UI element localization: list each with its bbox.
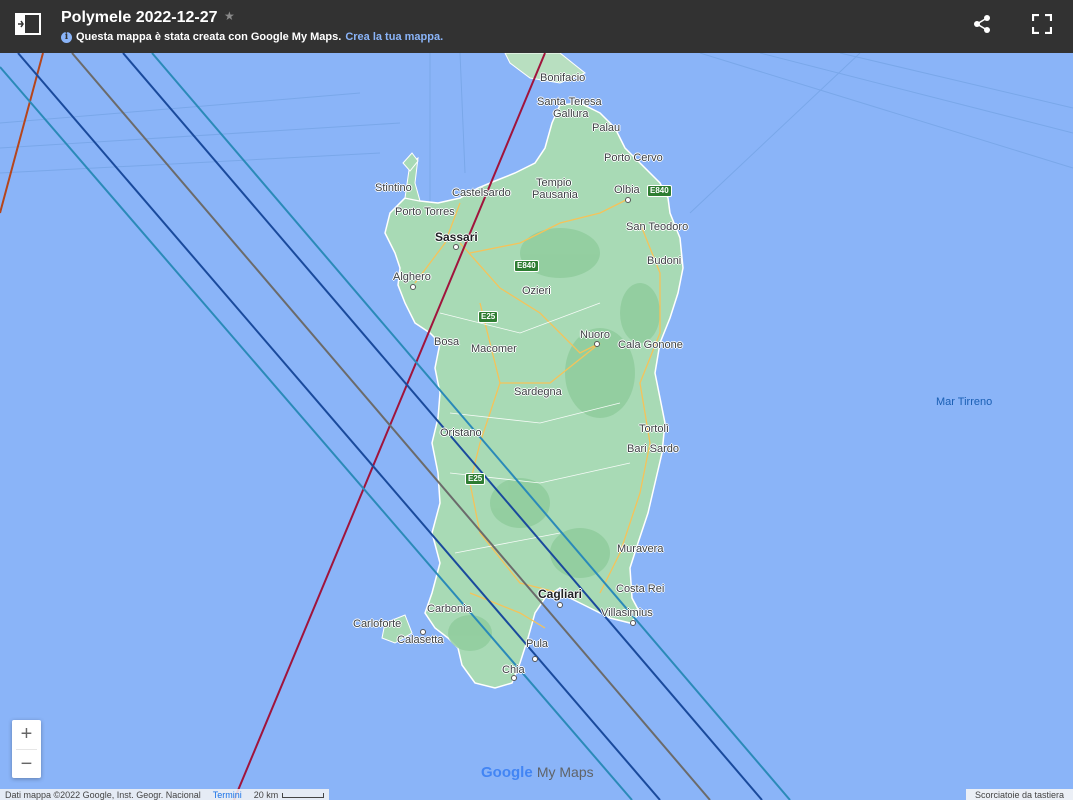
create-map-link[interactable]: Crea la tua mappa. [345, 31, 443, 43]
share-icon[interactable] [972, 14, 992, 34]
highway-shield: E840 [647, 185, 672, 197]
sea-label: Mar Tirreno [936, 396, 993, 408]
place-tortoli: Tortolì [639, 423, 669, 435]
zoom-control: + − [12, 720, 41, 778]
map-attribution: Dati mappa ©2022 Google, Inst. Geogr. Na… [5, 789, 201, 800]
place-tempio: Tempio [536, 177, 572, 189]
place-olbia: Olbia [614, 184, 640, 196]
route-lines [0, 53, 791, 800]
place-villasimius: Villasimius [601, 607, 653, 619]
highway-shield: E840 [514, 260, 539, 272]
place-porto-torres: Porto Torres [395, 206, 455, 218]
place-calasetta: Calasetta [397, 634, 444, 646]
place-budoni: Budoni [647, 255, 682, 267]
scale-ruler [282, 792, 325, 798]
place-san-teodoro: San Teodoro [626, 221, 689, 233]
place-carbonia: Carbonia [427, 603, 472, 615]
place-stintino: Stintino [375, 182, 412, 194]
place-castelsardo: Castelsardo [452, 187, 511, 199]
place-gallura: Gallura [553, 108, 589, 120]
map-notice: i Questa mappa è stata creata con Google… [61, 31, 443, 43]
map-footer: Dati mappa ©2022 Google, Inst. Geogr. Na… [0, 789, 330, 800]
info-icon: i [61, 31, 72, 43]
place-pula: Pula [526, 638, 549, 650]
place-santa-teresa: Santa Teresa [537, 96, 602, 108]
fullscreen-icon[interactable] [1032, 14, 1052, 34]
google-my-maps-logo: Google My Maps [481, 764, 594, 781]
keyboard-shortcuts-link[interactable]: Scorciatoie da tastiera [966, 789, 1073, 800]
map-title: Polymele 2022-12-27 [61, 9, 218, 26]
place-costa-rei: Costa Rei [616, 583, 665, 595]
place-alghero: Alghero [393, 271, 431, 283]
zoom-out-button[interactable]: − [12, 750, 41, 779]
place-cala-gonone: Cala Gonone [618, 339, 683, 351]
google-wordmark: Google [481, 764, 533, 781]
map-graphics [0, 53, 1073, 800]
place-muravera: Muravera [617, 543, 664, 555]
place-macomer: Macomer [471, 343, 517, 355]
scale-bar[interactable]: 20 km [254, 790, 325, 800]
place-porto-cervo: Porto Cervo [604, 152, 663, 164]
track-line-2 [0, 53, 44, 214]
place-sassari: Sassari [435, 230, 478, 244]
star-icon[interactable]: ★ [224, 9, 235, 23]
place-pausania: Pausania [532, 189, 578, 201]
map-canvas[interactable]: Bonifacio Santa Teresa Gallura Palau Por… [0, 53, 1073, 800]
place-carloforte: Carloforte [353, 618, 402, 630]
place-palau: Palau [592, 122, 621, 134]
zoom-in-button[interactable]: + [12, 720, 41, 749]
place-bosa: Bosa [434, 336, 460, 348]
notice-text: Questa mappa è stata creata con Google M… [76, 31, 342, 43]
terms-link[interactable]: Termini [213, 790, 242, 800]
place-cagliari: Cagliari [538, 587, 583, 601]
place-chia: Chia [502, 664, 525, 676]
highway-shield: E25 [465, 473, 486, 485]
place-sardegna: Sardegna [514, 386, 562, 398]
place-oristano: Oristano [440, 427, 482, 439]
highway-shield: E25 [478, 311, 499, 323]
sidebar-toggle-icon[interactable] [15, 12, 41, 36]
place-nuoro: Nuoro [580, 329, 610, 341]
my-maps-wordmark: My Maps [536, 764, 594, 780]
place-bari-sardo: Bari Sardo [627, 443, 679, 455]
map-header: Polymele 2022-12-27 ★ i Questa mappa è s… [0, 0, 1073, 53]
place-ozieri: Ozieri [522, 285, 551, 297]
place-bonifacio: Bonifacio [540, 72, 586, 84]
